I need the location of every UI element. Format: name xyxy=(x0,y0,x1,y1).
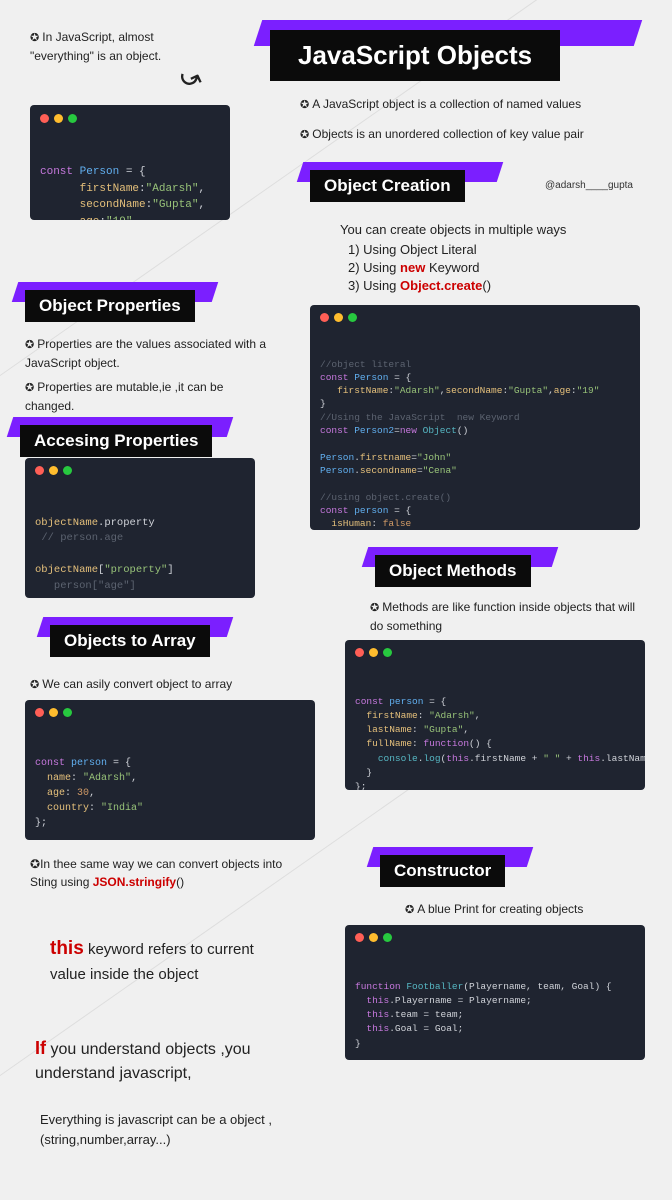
code-constructor: function Footballer(Playername, team, Go… xyxy=(345,925,645,1060)
if-understand-text: If you understand objects ,you understan… xyxy=(35,1035,295,1086)
toarray-text-1: We can asily convert object to array xyxy=(30,675,290,694)
constructor-text: A blue Print for creating objects xyxy=(405,900,645,919)
main-title-banner: JavaScript Objects xyxy=(270,30,560,81)
toarray-text-2: ✪In thee same way we can convert objects… xyxy=(30,855,310,891)
code-toarray: const person = { name: "Adarsh", age: 30… xyxy=(25,700,315,840)
this-keyword-text: this keyword refers to current value ins… xyxy=(50,935,270,986)
props-text-2: Properties are mutable,ie ,it can be cha… xyxy=(25,378,275,415)
object-properties-banner: Object Properties xyxy=(25,290,195,322)
code-access: objectName.property // person.age object… xyxy=(25,458,255,598)
final-text: Everything is javascript can be a object… xyxy=(40,1110,290,1149)
objects-to-array-banner: Objects to Array xyxy=(50,625,210,657)
object-creation-banner: Object Creation xyxy=(310,170,465,202)
props-text-1: Properties are the values associated wit… xyxy=(25,335,275,372)
code-methods: const person = { firstName: "Adarsh", la… xyxy=(345,640,645,790)
creation-item-3: 3) Using Object.create() xyxy=(348,278,491,293)
creation-intro: You can create objects in multiple ways xyxy=(340,222,566,237)
object-methods-banner: Object Methods xyxy=(375,555,531,587)
sub-text-2: Objects is an unordered collection of ke… xyxy=(300,125,640,144)
code-person-literal: const Person = { firstName:"Adarsh", sec… xyxy=(30,105,230,220)
methods-text: Methods are like function inside objects… xyxy=(370,598,640,635)
sub-text-1: A JavaScript object is a collection of n… xyxy=(300,95,640,114)
accessing-properties-banner: Accesing Properties xyxy=(20,425,212,457)
constructor-banner: Constructor xyxy=(380,855,505,887)
code-creation: //object literal const Person = { firstN… xyxy=(310,305,640,530)
creation-item-1: 1) Using Object Literal xyxy=(348,242,477,257)
author-handle: @adarsh____gupta xyxy=(545,180,633,191)
creation-item-2: 2) Using new Keyword xyxy=(348,260,480,275)
